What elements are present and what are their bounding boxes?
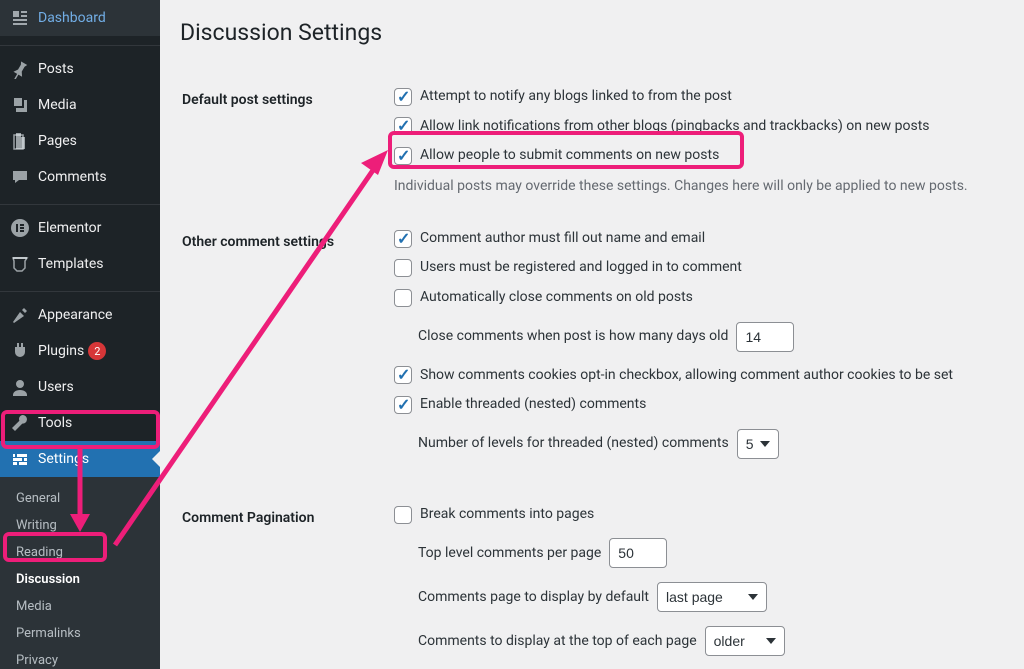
templates-icon <box>10 254 30 274</box>
label-allow-comments: Allow people to submit comments on new p… <box>420 146 719 166</box>
users-icon <box>10 377 30 397</box>
select-default-page[interactable]: last page <box>657 582 767 612</box>
sidebar-item-elementor[interactable]: Elementor <box>0 210 160 246</box>
checkbox-registered[interactable] <box>394 259 412 277</box>
default-post-hint: Individual posts may override these sett… <box>394 176 992 197</box>
sidebar-item-posts[interactable]: Posts <box>0 51 160 87</box>
label-autoclose: Automatically close comments on old post… <box>420 288 693 308</box>
submenu-reading[interactable]: Reading <box>0 539 160 566</box>
input-close-days[interactable] <box>736 322 794 352</box>
sidebar-label: Plugins <box>38 343 84 359</box>
label-close-days: Close comments when post is how many day… <box>418 327 728 347</box>
label-pingbacks: Allow link notifications from other blog… <box>420 117 930 137</box>
tools-icon <box>10 413 30 433</box>
label-notify-blogs: Attempt to notify any blogs linked to fr… <box>420 87 732 107</box>
admin-sidebar: Dashboard Posts Media Pages Comments Ele… <box>0 0 160 669</box>
sidebar-item-pages[interactable]: Pages <box>0 123 160 159</box>
sidebar-label: Elementor <box>38 220 101 236</box>
submenu-general[interactable]: General <box>0 485 160 512</box>
elementor-icon <box>10 218 30 238</box>
appearance-icon <box>10 305 30 325</box>
submenu-media[interactable]: Media <box>0 593 160 620</box>
sidebar-label: Users <box>38 379 74 395</box>
main-content: Discussion Settings Default post setting… <box>160 0 1024 669</box>
sidebar-label: Comments <box>38 169 107 185</box>
label-display-top: Comments to display at the top of each p… <box>418 632 697 652</box>
sidebar-label: Appearance <box>38 307 112 323</box>
label-toplevel-per-page: Top level comments per page <box>418 544 601 564</box>
pin-icon <box>10 59 30 79</box>
settings-submenu: General Writing Reading Discussion Media… <box>0 477 160 669</box>
checkbox-allow-comments[interactable] <box>394 147 412 165</box>
checkbox-notify-blogs[interactable] <box>394 88 412 106</box>
sidebar-item-users[interactable]: Users <box>0 369 160 405</box>
checkbox-pingbacks[interactable] <box>394 117 412 135</box>
page-title: Discussion Settings <box>180 10 1004 50</box>
sidebar-label: Posts <box>38 61 74 77</box>
plugins-icon <box>10 341 30 361</box>
sidebar-label: Media <box>38 97 77 113</box>
select-thread-levels[interactable]: 5 <box>737 429 779 459</box>
checkbox-autoclose[interactable] <box>394 289 412 307</box>
sidebar-label: Settings <box>38 451 89 467</box>
sidebar-label: Dashboard <box>38 10 106 26</box>
checkbox-break-pages[interactable] <box>394 506 412 524</box>
input-toplevel-per-page[interactable] <box>609 538 667 568</box>
sidebar-label: Pages <box>38 133 77 149</box>
pages-icon <box>10 131 30 151</box>
sidebar-label: Templates <box>38 256 104 272</box>
label-cookies: Show comments cookies opt-in checkbox, a… <box>420 366 953 386</box>
label-break-pages: Break comments into pages <box>420 505 594 525</box>
label-thread-levels: Number of levels for threaded (nested) c… <box>418 434 729 454</box>
section-heading-pagination: Comment Pagination <box>182 490 382 669</box>
sidebar-item-tools[interactable]: Tools <box>0 405 160 441</box>
plugins-update-badge: 2 <box>88 342 106 360</box>
sidebar-item-dashboard[interactable]: Dashboard <box>0 0 160 36</box>
section-heading-default: Default post settings <box>182 72 382 212</box>
label-name-email: Comment author must fill out name and em… <box>420 229 705 249</box>
submenu-discussion[interactable]: Discussion <box>0 566 160 593</box>
dashboard-icon <box>10 8 30 28</box>
submenu-privacy[interactable]: Privacy <box>0 647 160 669</box>
sidebar-item-media[interactable]: Media <box>0 87 160 123</box>
sidebar-label: Tools <box>38 415 72 431</box>
checkbox-name-email[interactable] <box>394 230 412 248</box>
sidebar-item-settings[interactable]: Settings <box>0 441 160 477</box>
section-heading-other: Other comment settings <box>182 214 382 488</box>
select-display-top[interactable]: older <box>705 626 785 656</box>
sidebar-item-plugins[interactable]: Plugins 2 <box>0 333 160 369</box>
label-default-page: Comments page to display by default <box>418 588 649 608</box>
sidebar-item-templates[interactable]: Templates <box>0 246 160 282</box>
label-registered: Users must be registered and logged in t… <box>420 258 742 278</box>
checkbox-cookies[interactable] <box>394 366 412 384</box>
label-threaded: Enable threaded (nested) comments <box>420 395 646 415</box>
checkbox-threaded[interactable] <box>394 396 412 414</box>
submenu-writing[interactable]: Writing <box>0 512 160 539</box>
sidebar-item-appearance[interactable]: Appearance <box>0 297 160 333</box>
settings-icon <box>10 449 30 469</box>
sidebar-item-comments[interactable]: Comments <box>0 159 160 195</box>
comments-icon <box>10 167 30 187</box>
media-icon <box>10 95 30 115</box>
submenu-permalinks[interactable]: Permalinks <box>0 620 160 647</box>
